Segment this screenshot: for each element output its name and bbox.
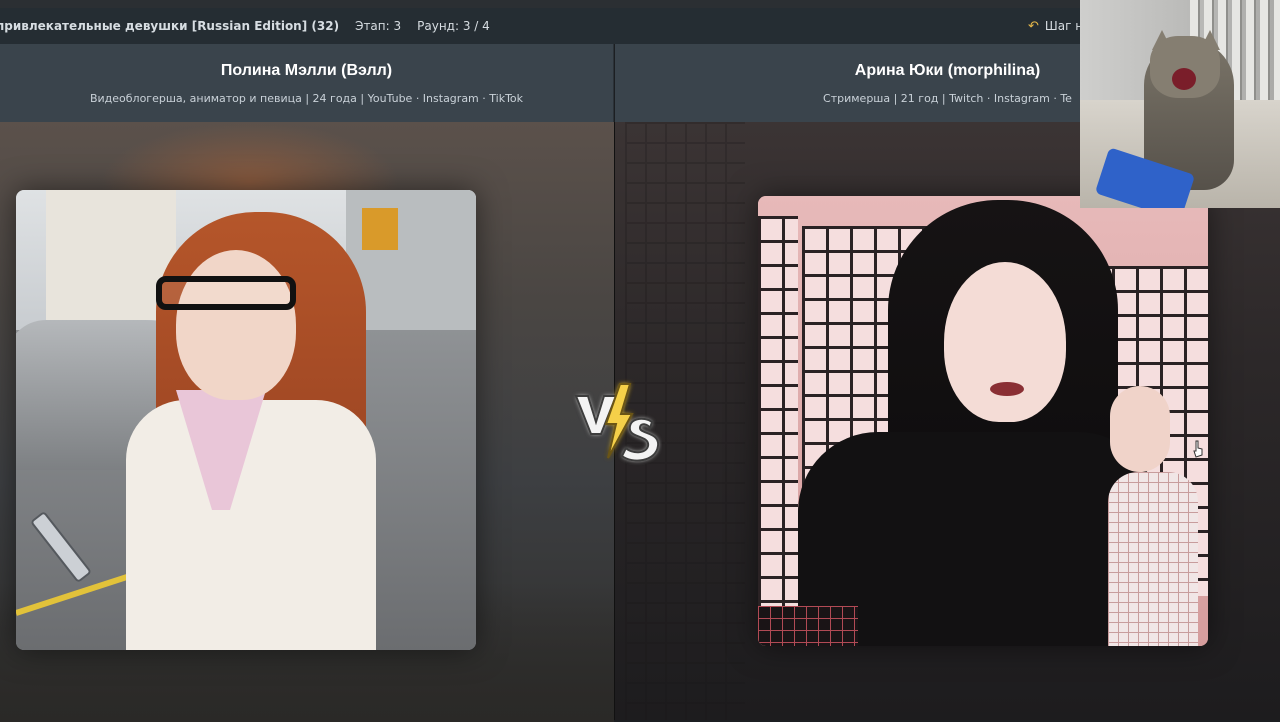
left-contender-photo[interactable] — [16, 190, 476, 650]
webcam-overlay — [1080, 0, 1280, 208]
left-contender-header: Полина Мэлли (Вэлл) Видеоблогерша, анима… — [0, 44, 614, 122]
round-label: Раунд: 3 / 4 — [417, 19, 490, 33]
vs-lightning-icon — [574, 383, 660, 462]
stage-label: Этап: 3 — [355, 19, 402, 33]
left-contender-meta: Видеоблогерша, аниматор и певица | 24 го… — [89, 92, 524, 105]
hand-cursor-icon — [1193, 440, 1203, 458]
right-contender-photo[interactable] — [758, 196, 1208, 646]
matchup-arena — [0, 122, 1280, 722]
tournament-title: привлекательные девушки [Russian Edition… — [0, 19, 340, 33]
left-contender-name: Полина Мэлли (Вэлл) — [220, 62, 393, 79]
undo-icon: ↶ — [1028, 18, 1039, 34]
